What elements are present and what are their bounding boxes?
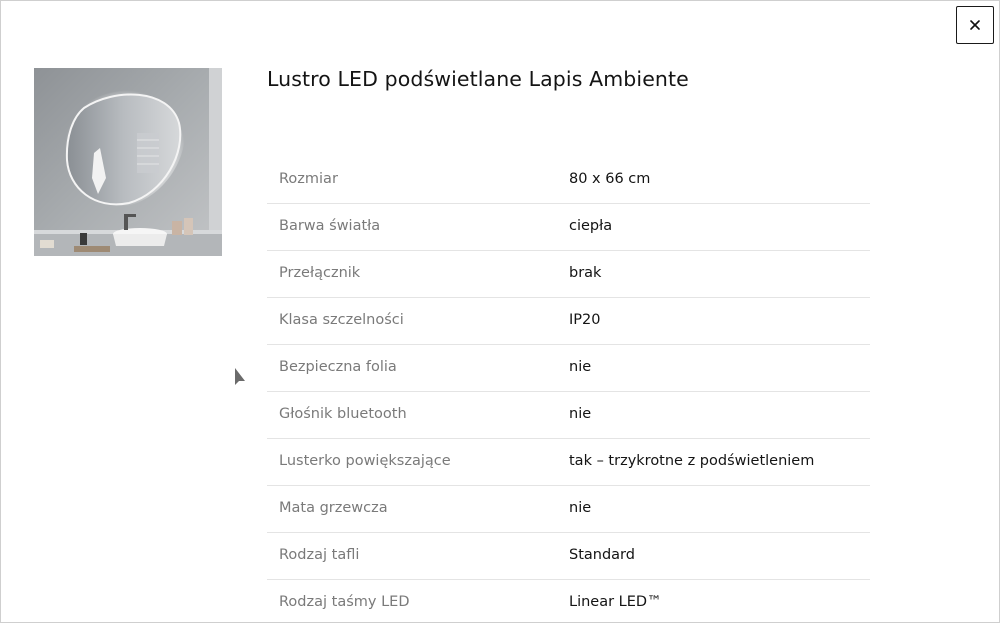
spec-row-glass-type: Rodzaj tafli Standard [267,533,870,580]
spec-row-safety-film: Bezpieczna folia nie [267,345,870,392]
spec-value: nie [569,359,592,375]
spec-row-switch: Przełącznik brak [267,251,870,298]
close-button[interactable] [956,6,994,44]
spec-label: Mata grzewcza [279,500,388,516]
specification-table: Rozmiar 80 x 66 cm Barwa światła ciepła … [267,157,870,622]
spec-value: 80 x 66 cm [569,171,651,187]
spec-value: brak [569,265,602,281]
spec-label: Głośnik bluetooth [279,406,407,422]
spec-row-bluetooth-speaker: Głośnik bluetooth nie [267,392,870,439]
spec-value: Linear LED™ [569,594,662,610]
spec-row-light-color: Barwa światła ciepła [267,204,870,251]
spec-label: Rozmiar [279,171,338,187]
product-image [34,68,222,256]
spec-value: tak – trzykrotne z podświetleniem [569,453,815,469]
close-icon [970,20,980,30]
product-details-modal: Lustro LED podświetlane Lapis Ambiente R… [0,0,1000,623]
product-title: Lustro LED podświetlane Lapis Ambiente [267,67,689,91]
spec-label: Lusterko powiększające [279,453,451,469]
spec-label: Barwa światła [279,218,381,234]
spec-value: nie [569,500,592,516]
spec-row-magnifying-mirror: Lusterko powiększające tak – trzykrotne … [267,439,870,486]
spec-value: Standard [569,547,635,563]
spec-label: Bezpieczna folia [279,359,397,375]
spec-label: Przełącznik [279,265,361,281]
spec-row-size: Rozmiar 80 x 66 cm [267,157,870,204]
spec-label: Rodzaj taśmy LED [279,594,410,610]
spec-row-heating-mat: Mata grzewcza nie [267,486,870,533]
spec-row-led-strip-type: Rodzaj taśmy LED Linear LED™ [267,580,870,622]
spec-label: Klasa szczelności [279,312,404,328]
spec-value: ciepła [569,218,613,234]
mouse-cursor-icon [235,368,245,385]
spec-label: Rodzaj tafli [279,547,360,563]
spec-value: IP20 [569,312,601,328]
spec-row-ip-class: Klasa szczelności IP20 [267,298,870,345]
spec-value: nie [569,406,592,422]
